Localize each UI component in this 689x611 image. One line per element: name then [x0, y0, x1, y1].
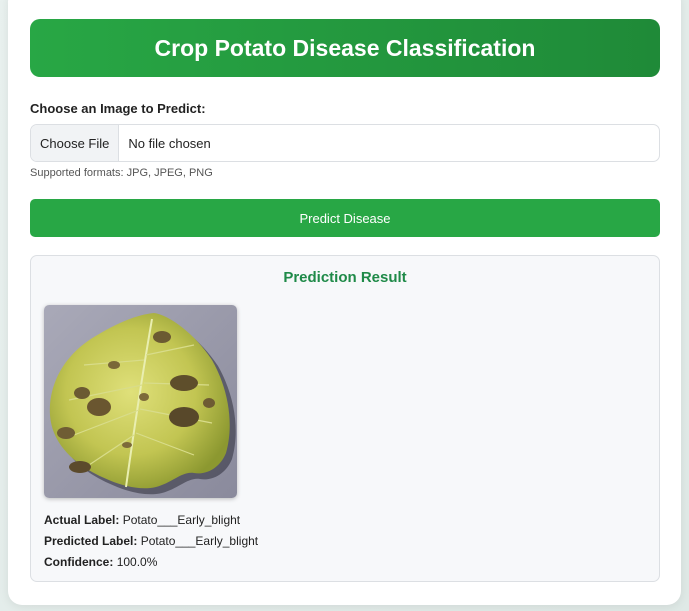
upload-label: Choose an Image to Predict: [30, 101, 206, 116]
file-input[interactable]: Choose File No file chosen [30, 124, 660, 162]
file-status-text: No file chosen [128, 135, 211, 151]
confidence-value: 100.0% [116, 555, 158, 569]
actual-label-key: Actual Label: [44, 513, 120, 527]
predicted-label-row: Predicted Label: Potato___Early_blight [44, 534, 258, 548]
prediction-result-panel: Prediction Result Actual Label: Potato__… [30, 255, 660, 582]
leaf-image [44, 305, 237, 498]
predict-button-label: Predict Disease [299, 210, 391, 226]
page-title: Crop Potato Disease Classification [154, 34, 536, 61]
actual-label-value: Potato___Early_blight [122, 513, 241, 527]
predicted-label-key: Predicted Label: [44, 534, 138, 548]
choose-file-button[interactable]: Choose File [31, 125, 120, 161]
confidence-row: Confidence: 100.0% [44, 555, 157, 569]
page-header: Crop Potato Disease Classification [30, 19, 660, 77]
predicted-label-value: Potato___Early_blight [140, 534, 259, 548]
result-title: Prediction Result [283, 269, 407, 286]
actual-label-row: Actual Label: Potato___Early_blight [44, 513, 240, 527]
predict-disease-button[interactable]: Predict Disease [30, 199, 660, 237]
confidence-key: Confidence: [44, 555, 114, 569]
supported-formats-hint: Supported formats: JPG, JPEG, PNG [30, 167, 213, 179]
